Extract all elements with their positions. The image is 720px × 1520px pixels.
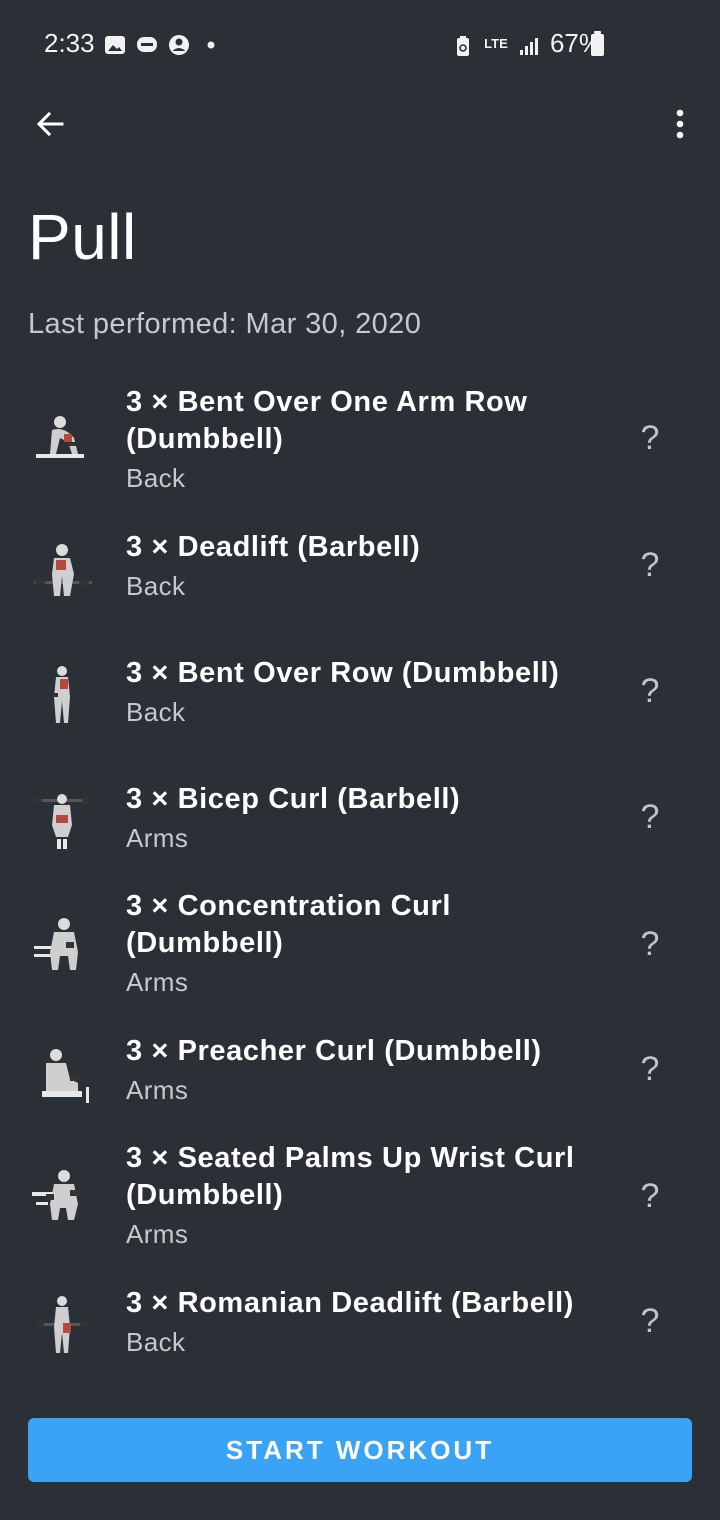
start-workout-button[interactable]: START WORKOUT — [28, 1418, 692, 1482]
exercise-text: 3 × Bent Over One Arm Row (Dumbbell) Bac… — [126, 384, 606, 496]
exercise-name: 3 × Preacher Curl (Dumbbell) — [126, 1035, 542, 1067]
exercise-help-button[interactable]: ? — [632, 1049, 668, 1089]
exercise-muscle: Back — [126, 1327, 186, 1357]
exercise-name: 3 × Bicep Curl (Barbell) — [126, 783, 461, 815]
exercise-name: 3 × Romanian Deadlift (Barbell) — [126, 1287, 575, 1319]
exercise-item[interactable]: 3 × Deadlift (Barbell) Back ? — [0, 523, 720, 633]
exercise-thumbnail — [30, 789, 94, 853]
exercise-item[interactable]: 3 × Romanian Deadlift (Barbell) Back ? — [0, 1279, 720, 1389]
signal-icon — [518, 33, 540, 55]
exercise-text: 3 × Concentration Curl (Dumbbell) Arms — [126, 888, 606, 1000]
exercise-help-button[interactable]: ? — [632, 1301, 668, 1341]
exercise-thumbnail — [30, 1164, 94, 1228]
image-icon — [104, 34, 126, 56]
exercise-item[interactable]: 3 × Bicep Curl (Barbell) Arms ? — [0, 775, 720, 885]
network-label: LTE — [484, 36, 508, 51]
exercise-text: 3 × Romanian Deadlift (Barbell) Back — [126, 1285, 606, 1360]
exercise-help-button[interactable]: ? — [632, 545, 668, 585]
exercise-name: 3 × Bent Over One Arm Row (Dumbbell) — [126, 386, 528, 455]
exercise-thumbnail — [30, 408, 94, 472]
dot-icon — [200, 34, 222, 56]
exercise-thumbnail — [30, 912, 94, 976]
exercise-thumbnail — [30, 663, 94, 727]
battery-icon — [591, 31, 604, 56]
exercise-muscle: Back — [126, 571, 186, 601]
exercise-text: 3 × Bicep Curl (Barbell) Arms — [126, 781, 606, 856]
last-performed-label: Last performed: Mar 30, 2020 — [28, 308, 422, 340]
exercise-item[interactable]: 3 × Preacher Curl (Dumbbell) Arms ? — [0, 1027, 720, 1137]
exercise-muscle: Back — [126, 697, 186, 727]
exercise-help-button[interactable]: ? — [632, 1176, 668, 1216]
status-time: 2:33 — [44, 28, 95, 58]
exercise-text: 3 × Bent Over Row (Dumbbell) Back — [126, 655, 606, 730]
more-vert-icon — [676, 109, 684, 139]
battery-saver-icon — [452, 33, 474, 56]
exercise-muscle: Back — [126, 463, 186, 493]
status-right-group: LTE 67% — [452, 28, 602, 59]
exercise-name: 3 × Deadlift (Barbell) — [126, 531, 421, 563]
exercise-item[interactable]: 3 × Bent Over Row (Dumbbell) Back ? — [0, 649, 720, 759]
chat-bubble-icon — [136, 34, 158, 56]
exercise-text: 3 × Deadlift (Barbell) Back — [126, 529, 606, 604]
exercise-name: 3 × Bent Over Row (Dumbbell) — [126, 657, 560, 689]
exercise-thumbnail — [30, 1043, 94, 1107]
exercise-muscle: Arms — [126, 1219, 189, 1249]
status-left-icons — [104, 34, 222, 56]
page-title: Pull — [28, 201, 137, 273]
exercise-item[interactable]: 3 × Seated Palms Up Wrist Curl (Dumbbell… — [0, 1134, 720, 1264]
exercise-text: 3 × Preacher Curl (Dumbbell) Arms — [126, 1033, 606, 1108]
exercise-text: 3 × Seated Palms Up Wrist Curl (Dumbbell… — [126, 1140, 606, 1252]
exercise-name: 3 × Concentration Curl (Dumbbell) — [126, 890, 451, 959]
account-circle-icon — [168, 34, 190, 56]
exercise-thumbnail — [30, 1293, 94, 1357]
exercise-muscle: Arms — [126, 967, 189, 997]
back-button[interactable] — [28, 102, 72, 146]
exercise-help-button[interactable]: ? — [632, 797, 668, 837]
lte-icon: LTE — [484, 37, 508, 50]
more-options-button[interactable] — [662, 100, 698, 148]
exercise-item[interactable]: 3 × Concentration Curl (Dumbbell) Arms ? — [0, 882, 720, 1012]
exercise-muscle: Arms — [126, 1075, 189, 1105]
arrow-left-icon — [36, 111, 64, 137]
exercise-name: 3 × Seated Palms Up Wrist Curl (Dumbbell… — [126, 1142, 575, 1211]
exercise-thumbnail — [30, 538, 94, 602]
exercise-help-button[interactable]: ? — [632, 671, 668, 711]
exercise-help-button[interactable]: ? — [632, 924, 668, 964]
exercise-muscle: Arms — [126, 823, 189, 853]
exercise-item[interactable]: 3 × Bent Over One Arm Row (Dumbbell) Bac… — [0, 378, 720, 498]
status-bar: 2:33 LTE 67% — [0, 0, 720, 90]
exercise-help-button[interactable]: ? — [632, 418, 668, 458]
